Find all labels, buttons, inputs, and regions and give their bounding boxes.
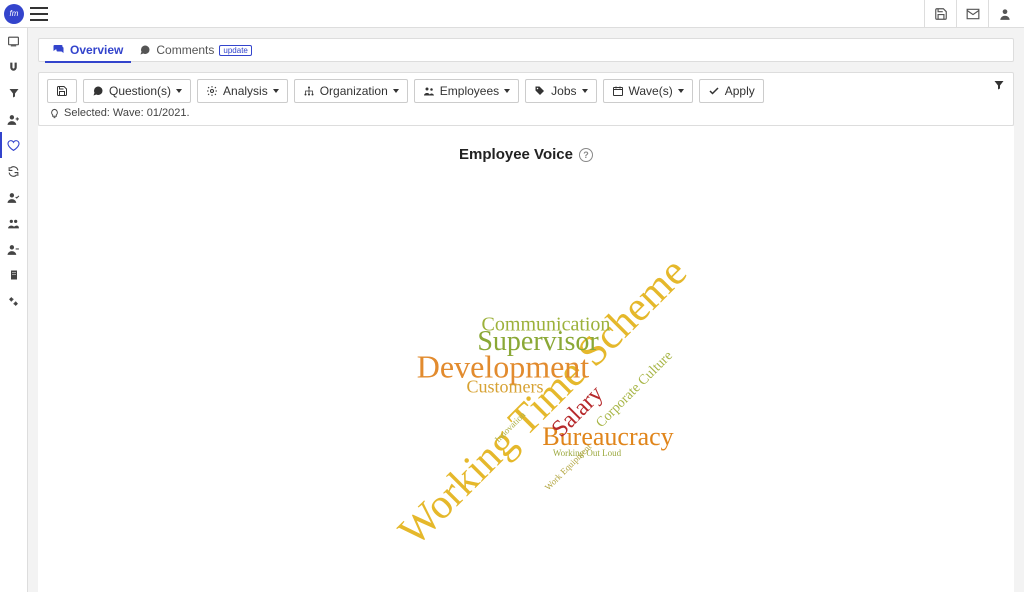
filters-card: Question(s) Analysis Organization Employ… bbox=[38, 72, 1014, 126]
nav-user-group[interactable] bbox=[0, 210, 27, 236]
viz-title-wrap: Employee Voice ? bbox=[38, 146, 1014, 163]
filter-toggle-icon[interactable] bbox=[993, 79, 1005, 94]
comments-icon bbox=[53, 44, 65, 56]
word-cloud: Working Time SchemeDevelopmentSupervisor… bbox=[38, 167, 1014, 587]
user-button[interactable] bbox=[988, 0, 1020, 28]
speech-icon bbox=[92, 85, 104, 97]
tag-icon bbox=[534, 85, 546, 97]
selected-text: Selected: Wave: 01/2021. bbox=[64, 107, 190, 119]
question-label: Question(s) bbox=[109, 84, 171, 98]
nav-user-plus[interactable] bbox=[0, 106, 27, 132]
word-communication[interactable]: Communication bbox=[482, 314, 611, 337]
caret-down-icon bbox=[582, 89, 588, 93]
comment-icon bbox=[139, 44, 151, 56]
nav-dashboard[interactable] bbox=[0, 28, 27, 54]
visualization-panel: Employee Voice ? Working Time SchemeDeve… bbox=[38, 126, 1014, 592]
save-filter-button[interactable] bbox=[47, 79, 77, 103]
jobs-label: Jobs bbox=[551, 84, 576, 98]
check-icon bbox=[708, 85, 720, 97]
nav-building[interactable] bbox=[0, 262, 27, 288]
waves-label: Wave(s) bbox=[629, 84, 673, 98]
users-icon bbox=[423, 85, 435, 97]
topbar-left: fm bbox=[4, 4, 48, 24]
nav-user-check[interactable] bbox=[0, 184, 27, 210]
question-dropdown[interactable]: Question(s) bbox=[83, 79, 191, 103]
selected-info: Selected: Wave: 01/2021. bbox=[47, 103, 1005, 121]
caret-down-icon bbox=[393, 89, 399, 93]
help-icon[interactable]: ? bbox=[579, 148, 593, 162]
calendar-icon bbox=[612, 85, 624, 97]
waves-dropdown[interactable]: Wave(s) bbox=[603, 79, 693, 103]
nav-filter[interactable] bbox=[0, 80, 27, 106]
tab-overview-label: Overview bbox=[70, 43, 123, 57]
disk-icon bbox=[56, 85, 68, 97]
organization-label: Organization bbox=[320, 84, 388, 98]
filters-row: Question(s) Analysis Organization Employ… bbox=[47, 79, 1005, 103]
caret-down-icon bbox=[504, 89, 510, 93]
content-area: Overview Comments update Question(s) Ana… bbox=[28, 28, 1024, 592]
nav-magnet[interactable] bbox=[0, 54, 27, 80]
topbar-right bbox=[924, 0, 1020, 28]
apply-label: Apply bbox=[725, 84, 755, 98]
viz-title-text: Employee Voice bbox=[459, 146, 573, 163]
word-working-time-scheme[interactable]: Working Time Scheme bbox=[389, 248, 696, 555]
lightbulb-icon bbox=[49, 108, 60, 119]
tab-comments[interactable]: Comments update bbox=[131, 38, 259, 62]
tabs-card: Overview Comments update bbox=[38, 38, 1014, 62]
gear-icon bbox=[206, 85, 218, 97]
tab-overview[interactable]: Overview bbox=[45, 39, 131, 63]
mail-button[interactable] bbox=[956, 0, 988, 28]
nav-heart[interactable] bbox=[0, 132, 27, 158]
organization-dropdown[interactable]: Organization bbox=[294, 79, 408, 103]
topbar: fm bbox=[0, 0, 1024, 28]
jobs-dropdown[interactable]: Jobs bbox=[525, 79, 596, 103]
employees-label: Employees bbox=[440, 84, 499, 98]
tab-comments-label: Comments bbox=[156, 43, 214, 57]
save-disk-button[interactable] bbox=[924, 0, 956, 28]
caret-down-icon bbox=[176, 89, 182, 93]
viz-title: Employee Voice ? bbox=[459, 146, 593, 163]
nav-user-minus[interactable] bbox=[0, 236, 27, 262]
analysis-label: Analysis bbox=[223, 84, 268, 98]
nav-gears[interactable] bbox=[0, 288, 27, 314]
org-icon bbox=[303, 85, 315, 97]
caret-down-icon bbox=[678, 89, 684, 93]
word-customers[interactable]: Customers bbox=[466, 377, 543, 398]
app-logo[interactable]: fm bbox=[4, 4, 24, 24]
analysis-dropdown[interactable]: Analysis bbox=[197, 79, 288, 103]
logo-text: fm bbox=[10, 9, 19, 18]
tab-update-badge: update bbox=[219, 45, 251, 56]
menu-toggle-icon[interactable] bbox=[30, 7, 48, 21]
employees-dropdown[interactable]: Employees bbox=[414, 79, 519, 103]
caret-down-icon bbox=[273, 89, 279, 93]
apply-button[interactable]: Apply bbox=[699, 79, 764, 103]
nav-sync[interactable] bbox=[0, 158, 27, 184]
side-nav bbox=[0, 28, 28, 592]
